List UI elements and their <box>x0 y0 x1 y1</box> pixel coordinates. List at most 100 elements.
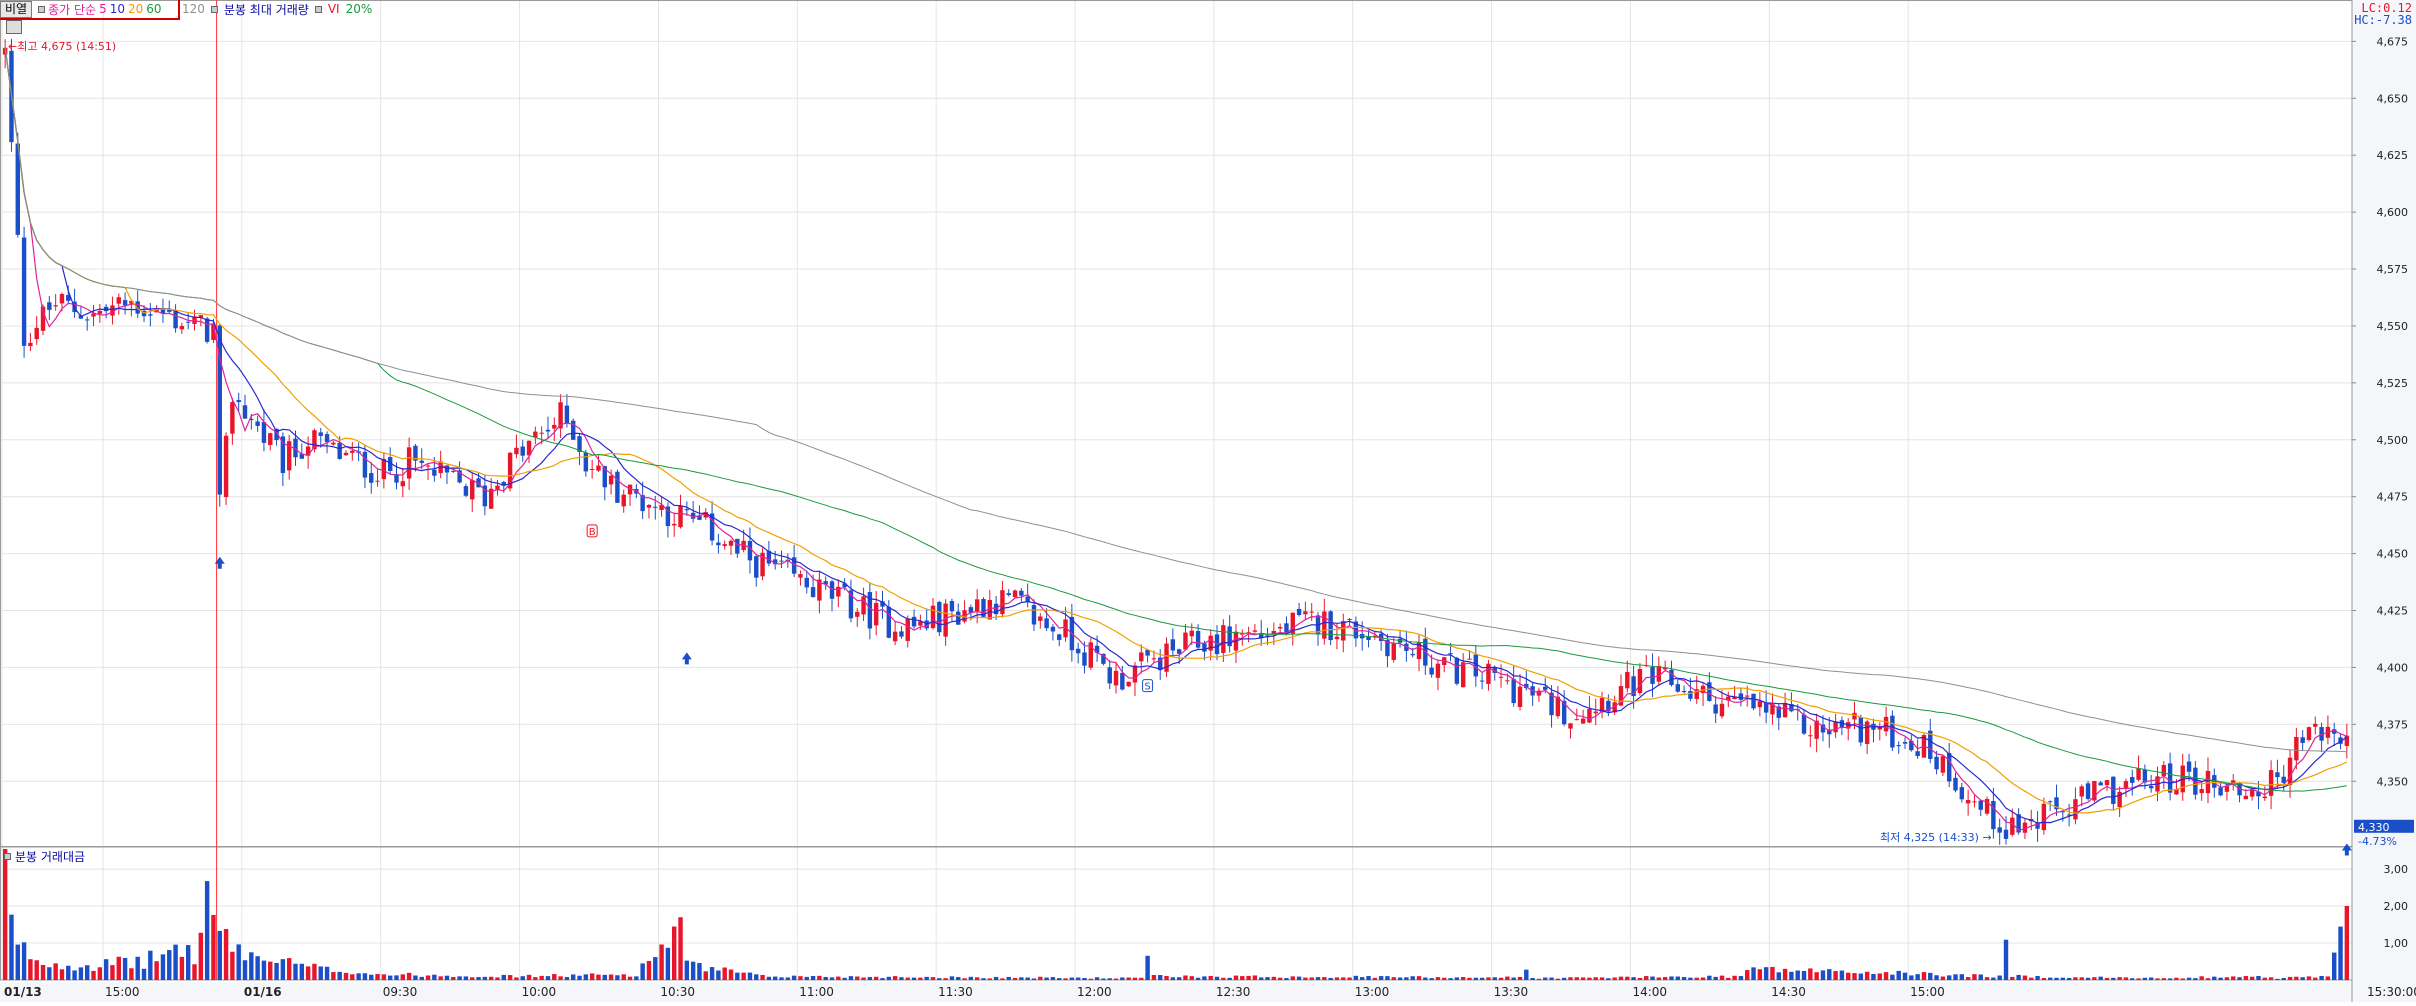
volume-bar <box>1208 976 1213 980</box>
volume-bar <box>1618 976 1624 980</box>
volume-bar <box>2237 977 2242 980</box>
candle-body <box>2218 787 2223 796</box>
volume-bar <box>1795 970 1800 980</box>
candle-body <box>1751 693 1756 709</box>
volume-bar <box>1757 969 1763 980</box>
volume-bar <box>2332 952 2337 980</box>
volume-bar <box>1429 978 1434 980</box>
chart-mode-button[interactable]: 비열 <box>0 0 33 18</box>
candle-body <box>653 506 658 508</box>
candle-body <box>2010 817 2015 835</box>
volume-bar <box>2022 975 2028 980</box>
volume-bar <box>2287 976 2293 980</box>
volume-bar <box>1574 977 1580 980</box>
candle-body <box>684 509 690 511</box>
ma-period-5: 5 <box>99 2 107 16</box>
candle-body <box>1435 663 1441 678</box>
volume-bar <box>659 944 664 980</box>
candle-body <box>1189 630 1194 637</box>
volume-bar <box>1025 977 1030 980</box>
panel-settings-icon[interactable] <box>6 20 22 34</box>
volume-bar <box>2319 975 2324 980</box>
volume-bar <box>987 978 993 980</box>
candle-body <box>1517 686 1523 707</box>
candle-body <box>85 319 90 321</box>
candle-body <box>1656 665 1662 682</box>
volume-bar <box>747 972 753 980</box>
ma-legend[interactable]: 종가 단순 5 10 20 60 <box>38 1 162 18</box>
volume-bar <box>40 965 46 980</box>
time-tick-label: 15:30:00 <box>2367 985 2416 999</box>
volume-bar <box>1890 974 1895 980</box>
max-volume-label[interactable]: 분봉 최대 거래량 <box>224 1 309 18</box>
volume-bar <box>2262 977 2267 980</box>
chart-canvas[interactable]: 4,675 4,650 4,625 4,600 4,575 4,550 4,525 4,500… <box>0 0 2416 1002</box>
volume-bar <box>1593 977 1598 980</box>
volume-bar <box>1372 977 1378 980</box>
volume-bar <box>255 956 260 980</box>
volume-bar <box>640 963 645 980</box>
volume-bar <box>2073 977 2078 980</box>
volume-bar <box>1732 975 1737 980</box>
volume-bar <box>2218 977 2223 980</box>
price-tick-label: 4,425 <box>2377 605 2409 618</box>
volume-bar <box>2111 977 2116 980</box>
volume-bar <box>754 974 759 980</box>
volume-bar <box>2300 977 2305 980</box>
high-price-annotation: ←최고 4,675 (14:51) <box>8 40 116 53</box>
volume-bar <box>129 968 134 980</box>
candle-body <box>937 601 942 633</box>
candle-body <box>1801 714 1807 734</box>
volume-bar <box>2010 976 2015 980</box>
volume-bar <box>1984 977 1990 980</box>
candle-body <box>520 446 525 456</box>
volume-bar <box>1530 977 1535 980</box>
volume-bar <box>1669 976 1674 980</box>
volume-bar <box>1315 977 1321 980</box>
volume-bar <box>1928 972 1933 980</box>
candle-body <box>1833 721 1838 733</box>
volume-bar <box>1789 971 1794 980</box>
candle-body <box>1883 716 1889 732</box>
candle-body <box>2104 780 2110 786</box>
volume-bar <box>1347 977 1352 980</box>
volume-bar <box>697 963 702 980</box>
volume-bar <box>1094 977 1100 980</box>
sell-signal-letter: S <box>1144 682 1150 693</box>
volume-bar <box>103 959 109 980</box>
stock-chart[interactable]: 4,675 4,650 4,625 4,600 4,575 4,550 4,525 4,500… <box>0 0 2416 1002</box>
candle-body <box>1953 777 1958 791</box>
candle-body <box>596 465 601 471</box>
volume-bar <box>1852 973 1857 980</box>
volume-bar <box>1233 975 1239 980</box>
volume-bar <box>1284 978 1289 980</box>
candle-body <box>1454 657 1460 684</box>
volume-bar <box>501 974 506 980</box>
candle-body <box>324 434 330 443</box>
volume-bar <box>1397 977 1403 980</box>
candle-body <box>1132 665 1138 683</box>
candle-body <box>1959 787 1965 800</box>
candle-body <box>2041 803 2047 831</box>
volume-bar <box>495 977 500 980</box>
candle-body <box>539 432 544 434</box>
volume-bar <box>810 976 816 980</box>
volume-bar <box>1214 976 1220 980</box>
candle-body <box>1176 649 1182 654</box>
price-tick-label: 4,550 <box>2377 320 2409 333</box>
candle-body <box>1543 686 1548 690</box>
volume-bar <box>1107 978 1112 980</box>
volume-bar <box>1612 977 1617 980</box>
time-tick-label: 14:30 <box>1771 985 1806 999</box>
volume-bar <box>1000 978 1005 980</box>
candle-body <box>2073 799 2078 820</box>
time-tick-label: 13:00 <box>1355 985 1390 999</box>
volume-bar <box>1385 976 1390 980</box>
candle-body <box>678 505 683 528</box>
volume-bar <box>148 950 153 980</box>
time-tick-label: 11:00 <box>799 985 834 999</box>
volume-bar <box>956 977 961 980</box>
volume-bar <box>545 976 551 980</box>
vi-label[interactable]: VI <box>328 2 340 16</box>
candle-body <box>1688 690 1693 699</box>
